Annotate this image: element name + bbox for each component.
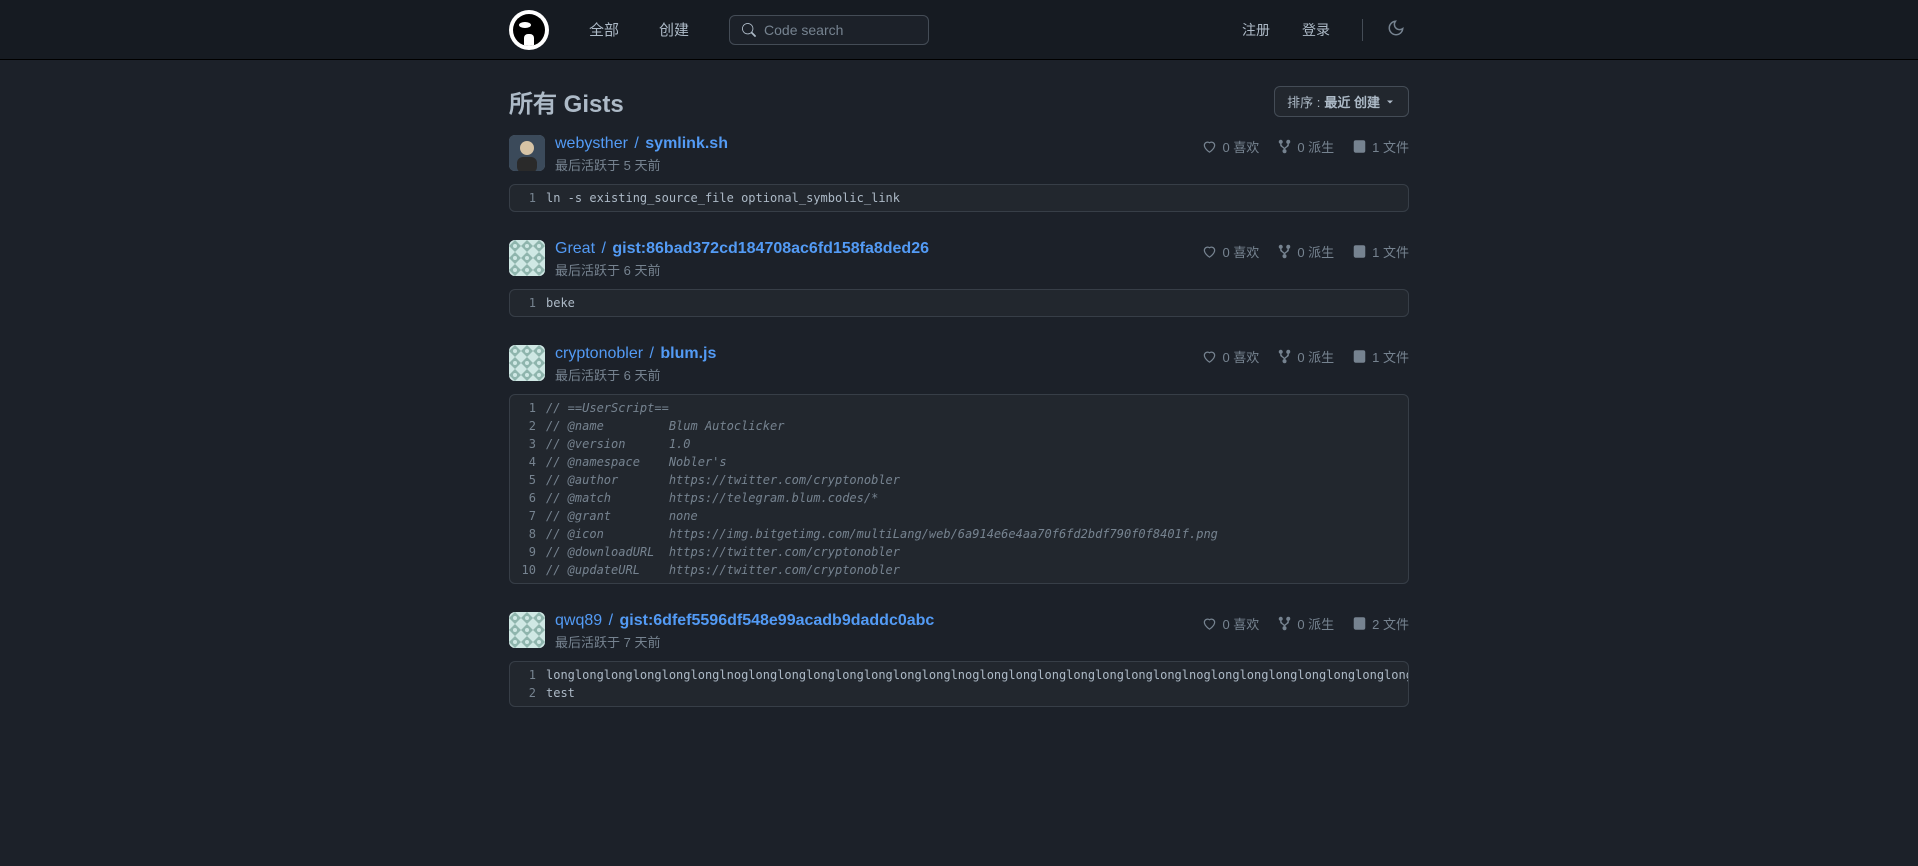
likes-stat[interactable]: 0 喜欢: [1202, 137, 1259, 156]
gist-activity: 最后活跃于 6 天前: [555, 365, 1192, 384]
page-header: 所有 Gists 排序 : 最近 创建: [509, 60, 1409, 135]
gist-filename-link[interactable]: blum.js: [660, 345, 716, 362]
gist-activity: 最后活跃于 6 天前: [555, 260, 1192, 279]
code-line: 9// @downloadURL https://twitter.com/cry…: [510, 543, 1408, 561]
gist-stats: 0 喜欢 0 派生 1 文件: [1202, 240, 1409, 279]
moon-icon: [1387, 19, 1405, 37]
code-line: 1longlonglonglonglonglonglnoglonglonglon…: [510, 662, 1408, 684]
avatar[interactable]: [509, 135, 545, 171]
author-link[interactable]: cryptonobler: [555, 345, 643, 362]
gist-activity: 最后活跃于 7 天前: [555, 632, 1192, 651]
gist-title: webysther / symlink.sh: [555, 135, 1192, 153]
author-link[interactable]: Great: [555, 240, 595, 257]
gist-item: qwq89 / gist:6dfef5596df548e99acadb9dadd…: [509, 612, 1409, 707]
topbar: 全部 创建 注册 登录: [0, 0, 1918, 60]
nav-all[interactable]: 全部: [573, 11, 635, 48]
gist-filename-link[interactable]: gist:6dfef5596df548e99acadb9daddc0abc: [620, 612, 935, 629]
gist-stats: 0 喜欢 0 派生 2 文件: [1202, 612, 1409, 651]
avatar[interactable]: [509, 345, 545, 381]
code-line: 1ln -s existing_source_file optional_sym…: [510, 185, 1408, 211]
gist-item: webysther / symlink.sh 最后活跃于 5 天前 0 喜欢 0 派生…: [509, 135, 1409, 212]
nav-create[interactable]: 创建: [643, 11, 705, 48]
code-line: 1// ==UserScript==: [510, 395, 1408, 417]
likes-stat[interactable]: 0 喜欢: [1202, 614, 1259, 633]
files-stat[interactable]: 2 文件: [1352, 614, 1409, 633]
gist-activity: 最后活跃于 5 天前: [555, 155, 1192, 174]
author-link[interactable]: webysther: [555, 135, 628, 152]
forks-stat[interactable]: 0 派生: [1277, 614, 1334, 633]
code-line: 6// @match https://telegram.blum.codes/*: [510, 489, 1408, 507]
gist-item: Great / gist:86bad372cd184708ac6fd158fa8…: [509, 240, 1409, 317]
avatar[interactable]: [509, 612, 545, 648]
sort-button[interactable]: 排序 : 最近 创建: [1274, 86, 1409, 117]
likes-stat[interactable]: 0 喜欢: [1202, 242, 1259, 261]
gist-title: qwq89 / gist:6dfef5596df548e99acadb9dadd…: [555, 612, 1192, 630]
gist-stats: 0 喜欢 0 派生 1 文件: [1202, 135, 1409, 174]
theme-toggle[interactable]: [1383, 15, 1409, 44]
sort-label: 排序 :: [1287, 92, 1320, 111]
main: 所有 Gists 排序 : 最近 创建 webysther / symlink.…: [509, 60, 1409, 707]
logo[interactable]: [509, 10, 549, 50]
code-line: 2test: [510, 684, 1408, 706]
code-line: 4// @namespace Nobler's: [510, 453, 1408, 471]
search-input[interactable]: [764, 22, 916, 38]
code-line: 2// @name Blum Autoclicker: [510, 417, 1408, 435]
files-stat[interactable]: 1 文件: [1352, 242, 1409, 261]
forks-stat[interactable]: 0 派生: [1277, 347, 1334, 366]
gist-stats: 0 喜欢 0 派生 1 文件: [1202, 345, 1409, 384]
code-preview[interactable]: 1longlonglonglonglonglonglnoglonglonglon…: [509, 661, 1409, 707]
forks-stat[interactable]: 0 派生: [1277, 242, 1334, 261]
login-link[interactable]: 登录: [1290, 12, 1342, 48]
chevron-down-icon: [1384, 96, 1396, 108]
forks-stat[interactable]: 0 派生: [1277, 137, 1334, 156]
search-box[interactable]: [729, 15, 929, 45]
code-preview[interactable]: 1ln -s existing_source_file optional_sym…: [509, 184, 1409, 212]
code-line: 8// @icon https://img.bitgetimg.com/mult…: [510, 525, 1408, 543]
likes-stat[interactable]: 0 喜欢: [1202, 347, 1259, 366]
page-title: 所有 Gists: [509, 84, 624, 119]
code-line: 1beke: [510, 290, 1408, 316]
code-preview[interactable]: 1beke: [509, 289, 1409, 317]
gist-title: cryptonobler / blum.js: [555, 345, 1192, 363]
code-preview[interactable]: 1// ==UserScript==2// @name Blum Autocli…: [509, 394, 1409, 584]
code-line: 10// @updateURL https://twitter.com/cryp…: [510, 561, 1408, 583]
gist-filename-link[interactable]: symlink.sh: [645, 135, 728, 152]
code-line: 3// @version 1.0: [510, 435, 1408, 453]
sort-value: 最近 创建: [1324, 92, 1380, 111]
author-link[interactable]: qwq89: [555, 612, 602, 629]
files-stat[interactable]: 1 文件: [1352, 137, 1409, 156]
avatar[interactable]: [509, 240, 545, 276]
gist-item: cryptonobler / blum.js 最后活跃于 6 天前 0 喜欢 0 派生…: [509, 345, 1409, 584]
divider: [1362, 19, 1363, 41]
gist-filename-link[interactable]: gist:86bad372cd184708ac6fd158fa8ded26: [612, 240, 929, 257]
gist-title: Great / gist:86bad372cd184708ac6fd158fa8…: [555, 240, 1192, 258]
code-line: 7// @grant none: [510, 507, 1408, 525]
register-link[interactable]: 注册: [1230, 12, 1282, 48]
search-icon: [742, 22, 756, 38]
gist-list: webysther / symlink.sh 最后活跃于 5 天前 0 喜欢 0 派生…: [509, 135, 1409, 707]
code-line: 5// @author https://twitter.com/cryptono…: [510, 471, 1408, 489]
files-stat[interactable]: 1 文件: [1352, 347, 1409, 366]
